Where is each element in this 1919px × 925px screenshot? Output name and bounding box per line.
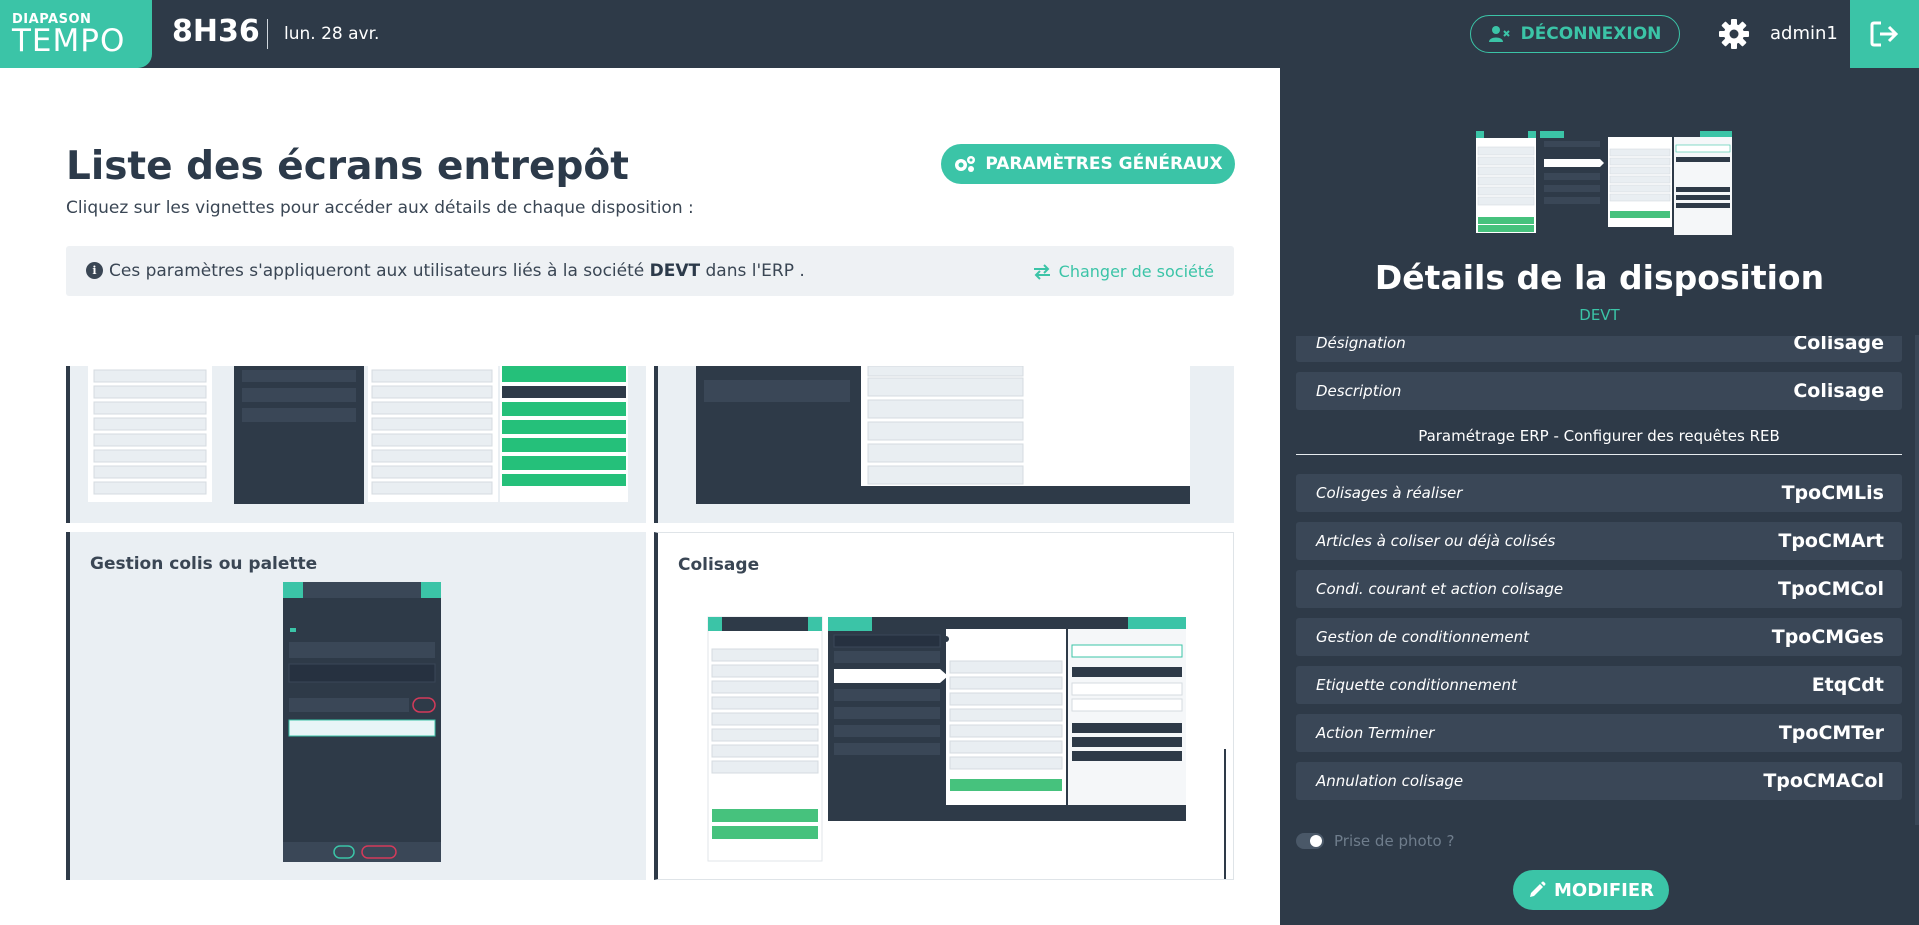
pencil-icon <box>1529 881 1546 897</box>
screen-thumbnail <box>696 366 1190 504</box>
info-text-before: Ces paramètres s'appliqueront aux utilis… <box>109 261 650 281</box>
erp-row: Etiquette conditionnement EtqCdt <box>1296 666 1902 704</box>
detail-label: Désignation <box>1316 336 1406 352</box>
general-settings-button[interactable]: PARAMÈTRES GÉNÉRAUX <box>941 144 1235 184</box>
user-remove-icon <box>1488 26 1510 42</box>
screen-thumbnails-grid: Gestion colis ou palette Colisage <box>66 366 1234 925</box>
detail-label: Annulation colisage <box>1316 772 1464 790</box>
photo-label: Prise de photo ? <box>1334 832 1455 850</box>
exit-button[interactable] <box>1850 0 1919 68</box>
detail-value: Colisage <box>1793 336 1884 354</box>
logout-label: DÉCONNEXION <box>1520 24 1662 44</box>
erp-section-title: Paramétrage ERP - Configurer des requête… <box>1418 427 1780 445</box>
photo-toggle[interactable] <box>1296 833 1324 849</box>
detail-value: TpoCMACol <box>1763 770 1884 792</box>
change-company-label: Changer de société <box>1058 262 1214 281</box>
layout-thumbnail <box>1476 131 1732 235</box>
modify-button[interactable]: MODIFIER <box>1513 870 1669 910</box>
screen-card-colisage[interactable]: Colisage <box>654 532 1234 880</box>
erp-row: Annulation colisage TpoCMACol <box>1296 762 1902 800</box>
details-list: Désignation Colisage Description Colisag… <box>1296 336 1902 846</box>
photo-toggle-row: Prise de photo ? <box>1296 832 1454 850</box>
erp-divider <box>1296 454 1902 455</box>
app-logo: DIAPASON TEMPO <box>0 0 152 68</box>
general-settings-label: PARAMÈTRES GÉNÉRAUX <box>985 154 1223 174</box>
detail-label: Description <box>1316 382 1402 400</box>
panel-scrollbar[interactable] <box>1915 335 1919 825</box>
detail-value: Colisage <box>1793 380 1884 402</box>
detail-value: TpoCMGes <box>1771 626 1884 648</box>
company-info-text: Ces paramètres s'appliqueront aux utilis… <box>109 261 805 281</box>
detail-label: Gestion de conditionnement <box>1316 628 1530 646</box>
detail-label: Articles à coliser ou déjà colisés <box>1316 532 1556 550</box>
detail-label: Etiquette conditionnement <box>1316 676 1517 694</box>
info-text-after: dans l'ERP . <box>700 261 805 281</box>
panel-company: DEVT <box>1579 306 1620 324</box>
erp-row: Articles à coliser ou déjà colisés TpoCM… <box>1296 522 1902 560</box>
detail-label: Colisages à réaliser <box>1316 484 1463 502</box>
screen-card[interactable] <box>654 366 1234 523</box>
page-subtitle: Cliquez sur les vignettes pour accéder a… <box>66 198 694 218</box>
username: admin1 <box>1770 23 1838 44</box>
detail-row-description: Description Colisage <box>1296 372 1902 410</box>
detail-value: TpoCMTer <box>1778 722 1884 744</box>
detail-row-designation: Désignation Colisage <box>1296 336 1902 362</box>
screen-thumbnail <box>707 616 1226 879</box>
top-bar: DIAPASON TEMPO 8H36 lun. 28 avr. DÉCONNE… <box>0 0 1919 68</box>
divider <box>267 19 268 49</box>
detail-value: TpoCMLis <box>1781 482 1884 504</box>
detail-value: TpoCMCol <box>1778 578 1884 600</box>
erp-row: Action Terminer TpoCMTer <box>1296 714 1902 752</box>
main-content: Liste des écrans entrepôt Cliquez sur le… <box>0 68 1280 925</box>
panel-title: Détails de la disposition <box>1374 258 1825 297</box>
page-title: Liste des écrans entrepôt <box>66 144 629 189</box>
screen-card[interactable] <box>66 366 646 523</box>
company-name: DEVT <box>649 261 701 281</box>
company-info-banner: i Ces paramètres s'appliqueront aux util… <box>66 246 1234 296</box>
date: lun. 28 avr. <box>284 24 380 44</box>
screen-card-gestion-colis[interactable]: Gestion colis ou palette <box>66 532 646 880</box>
gears-icon <box>955 156 976 172</box>
screen-thumbnail <box>283 582 441 862</box>
erp-row: Colisages à réaliser TpoCMLis <box>1296 474 1902 512</box>
logo-big-text: TEMPO <box>12 23 126 59</box>
clock: 8H36 <box>172 14 260 49</box>
logout-button[interactable]: DÉCONNEXION <box>1470 15 1680 53</box>
exchange-icon <box>1033 263 1050 280</box>
info-icon: i <box>86 262 103 279</box>
details-panel: Détails de la disposition DEVT Désignati… <box>1280 68 1919 925</box>
gear-icon[interactable] <box>1717 17 1751 51</box>
screen-thumbnail <box>88 366 628 504</box>
erp-row: Gestion de conditionnement TpoCMGes <box>1296 618 1902 656</box>
change-company-link[interactable]: Changer de société <box>1033 262 1214 281</box>
detail-label: Action Terminer <box>1316 724 1435 742</box>
modify-label: MODIFIER <box>1553 879 1654 901</box>
erp-row: Condi. courant et action colisage TpoCMC… <box>1296 570 1902 608</box>
detail-value: TpoCMArt <box>1778 530 1884 552</box>
detail-label: Condi. courant et action colisage <box>1316 580 1564 598</box>
sign-out-icon <box>1870 21 1898 47</box>
detail-value: EtqCdt <box>1811 674 1884 696</box>
